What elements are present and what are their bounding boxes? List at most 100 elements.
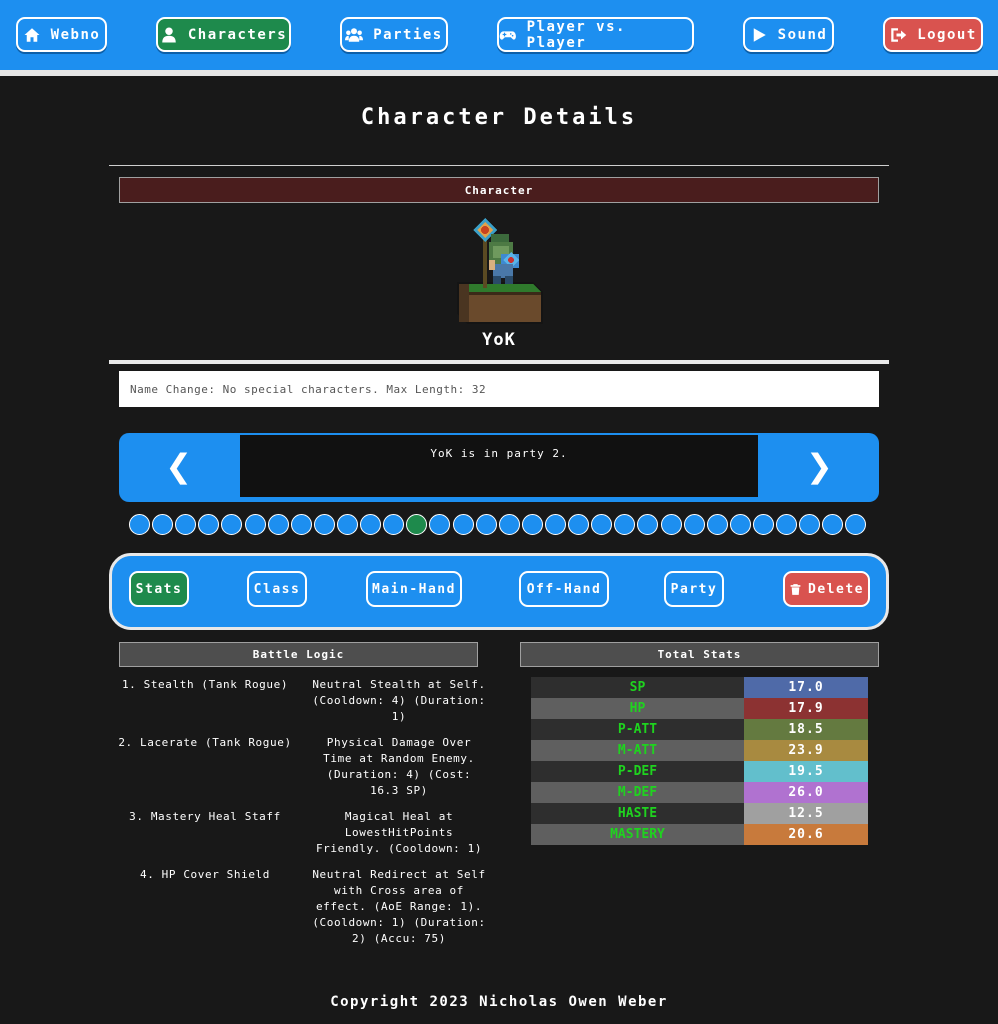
party-page-dot[interactable] bbox=[660, 514, 682, 535]
party-page-dot[interactable] bbox=[822, 514, 844, 535]
tab-stats-label: Stats bbox=[135, 581, 183, 597]
stat-row: M-ATT 23.9 bbox=[531, 740, 868, 761]
nav-divider bbox=[0, 70, 998, 76]
logic-item-name: 2. Lacerate (Tank Rogue) bbox=[118, 736, 292, 749]
gamepad-icon bbox=[499, 30, 516, 40]
party-page-dot[interactable] bbox=[591, 514, 613, 535]
party-page-dot[interactable] bbox=[752, 514, 774, 535]
party-page-dot[interactable] bbox=[244, 514, 266, 535]
next-party-button[interactable]: ❯ bbox=[762, 435, 877, 497]
tab-stats[interactable]: Stats bbox=[129, 571, 189, 607]
party-page-dot[interactable] bbox=[475, 514, 497, 535]
tab-party[interactable]: Party bbox=[664, 571, 724, 607]
stat-value: 17.9 bbox=[744, 698, 868, 719]
party-page-dot[interactable] bbox=[498, 514, 520, 535]
delete-label: Delete bbox=[808, 581, 864, 597]
party-page-dot[interactable] bbox=[336, 514, 358, 535]
party-page-dot[interactable] bbox=[614, 514, 636, 535]
nav-parties-label: Parties bbox=[373, 26, 443, 43]
logic-item-desc: Magical Heal at LowestHitPoints Friendly… bbox=[315, 810, 483, 855]
play-icon bbox=[753, 27, 766, 42]
battle-logic-header: Battle Logic bbox=[119, 642, 478, 667]
home-icon bbox=[24, 27, 40, 42]
trash-icon bbox=[790, 583, 801, 595]
stat-row: M-DEF 26.0 bbox=[531, 782, 868, 803]
name-change-input[interactable] bbox=[119, 371, 879, 407]
party-page-dot[interactable] bbox=[683, 514, 705, 535]
party-page-dot[interactable] bbox=[544, 514, 566, 535]
nav-characters-button[interactable]: Characters bbox=[156, 17, 291, 52]
delete-button[interactable]: Delete bbox=[783, 571, 870, 607]
character-name: YoK bbox=[482, 330, 516, 350]
party-page-dot[interactable] bbox=[799, 514, 821, 535]
nav-sound-button[interactable]: Sound bbox=[743, 17, 834, 52]
party-page-dot[interactable] bbox=[129, 514, 150, 535]
character-header: Character bbox=[119, 177, 879, 203]
logic-item-name: 1. Stealth (Tank Rogue) bbox=[121, 678, 289, 691]
party-page-dot[interactable] bbox=[383, 514, 405, 535]
party-page-dot[interactable] bbox=[198, 514, 220, 535]
user-icon bbox=[162, 27, 176, 42]
party-page-dot[interactable] bbox=[290, 514, 312, 535]
stat-label: HASTE bbox=[531, 803, 744, 824]
party-page-dot[interactable] bbox=[845, 514, 867, 535]
chevron-right-icon: ❯ bbox=[806, 440, 833, 492]
top-nav: Webno Characters Parties Player vs. Play… bbox=[0, 0, 998, 70]
party-page-dot[interactable] bbox=[221, 514, 243, 535]
prev-party-button[interactable]: ❮ bbox=[121, 435, 236, 497]
party-page-dot[interactable] bbox=[521, 514, 543, 535]
stat-row: P-ATT 18.5 bbox=[531, 719, 868, 740]
tab-party-label: Party bbox=[670, 581, 718, 597]
stats-table: SP 17.0 HP 17.9 P-ATT 18.5 M-ATT 23.9 P-… bbox=[531, 677, 868, 845]
tab-main-hand[interactable]: Main-Hand bbox=[366, 571, 462, 607]
total-stats-header: Total Stats bbox=[520, 642, 879, 667]
divider bbox=[109, 360, 889, 364]
party-page-dot[interactable] bbox=[776, 514, 798, 535]
nav-characters-label: Characters bbox=[187, 26, 288, 43]
nav-parties-button[interactable]: Parties bbox=[340, 17, 448, 52]
stat-row: MASTERY 20.6 bbox=[531, 824, 868, 845]
stat-value: 20.6 bbox=[744, 824, 868, 845]
party-pagination bbox=[129, 514, 871, 536]
stat-row: HASTE 12.5 bbox=[531, 803, 868, 824]
users-icon bbox=[345, 27, 364, 42]
stat-row: P-DEF 19.5 bbox=[531, 761, 868, 782]
stat-value: 12.5 bbox=[744, 803, 868, 824]
party-page-dot[interactable] bbox=[637, 514, 659, 535]
party-page-dot[interactable] bbox=[313, 514, 335, 535]
detail-tabs: Stats Class Main-Hand Off-Hand Party Del… bbox=[109, 553, 889, 630]
party-page-dot[interactable] bbox=[729, 514, 751, 535]
party-page-dot[interactable] bbox=[429, 514, 451, 535]
party-page-dot[interactable] bbox=[452, 514, 474, 535]
party-page-dot[interactable] bbox=[706, 514, 728, 535]
tab-main-hand-label: Main-Hand bbox=[372, 581, 456, 597]
nav-pvp-button[interactable]: Player vs. Player bbox=[497, 17, 694, 52]
party-page-dot[interactable] bbox=[152, 514, 174, 535]
stat-row: HP 17.9 bbox=[531, 698, 868, 719]
party-page-dot[interactable] bbox=[406, 514, 428, 535]
page-title: Character Details bbox=[360, 105, 638, 130]
party-page-dot[interactable] bbox=[360, 514, 382, 535]
stat-value: 26.0 bbox=[744, 782, 868, 803]
tab-off-hand[interactable]: Off-Hand bbox=[519, 571, 609, 607]
nav-home-button[interactable]: Webno bbox=[16, 17, 107, 52]
character-sprite bbox=[457, 218, 543, 324]
nav-logout-label: Logout bbox=[917, 26, 977, 43]
party-page-dot[interactable] bbox=[175, 514, 197, 535]
logic-item-desc: Neutral Redirect at Self with Cross area… bbox=[312, 868, 486, 945]
stat-label: HP bbox=[531, 698, 744, 719]
stat-label: P-ATT bbox=[531, 719, 744, 740]
stat-value: 17.0 bbox=[744, 677, 868, 698]
stat-label: M-ATT bbox=[531, 740, 744, 761]
tab-class-label: Class bbox=[253, 581, 301, 597]
stat-label: M-DEF bbox=[531, 782, 744, 803]
nav-logout-button[interactable]: Logout bbox=[883, 17, 983, 52]
party-selector: ❮ YoK is in party 2. ❯ bbox=[119, 433, 879, 502]
stat-label: SP bbox=[531, 677, 744, 698]
party-page-dot[interactable] bbox=[267, 514, 289, 535]
tab-class[interactable]: Class bbox=[247, 571, 307, 607]
stat-row: SP 17.0 bbox=[531, 677, 868, 698]
nav-home-label: Webno bbox=[50, 26, 101, 43]
party-page-dot[interactable] bbox=[568, 514, 590, 535]
stat-value: 18.5 bbox=[744, 719, 868, 740]
